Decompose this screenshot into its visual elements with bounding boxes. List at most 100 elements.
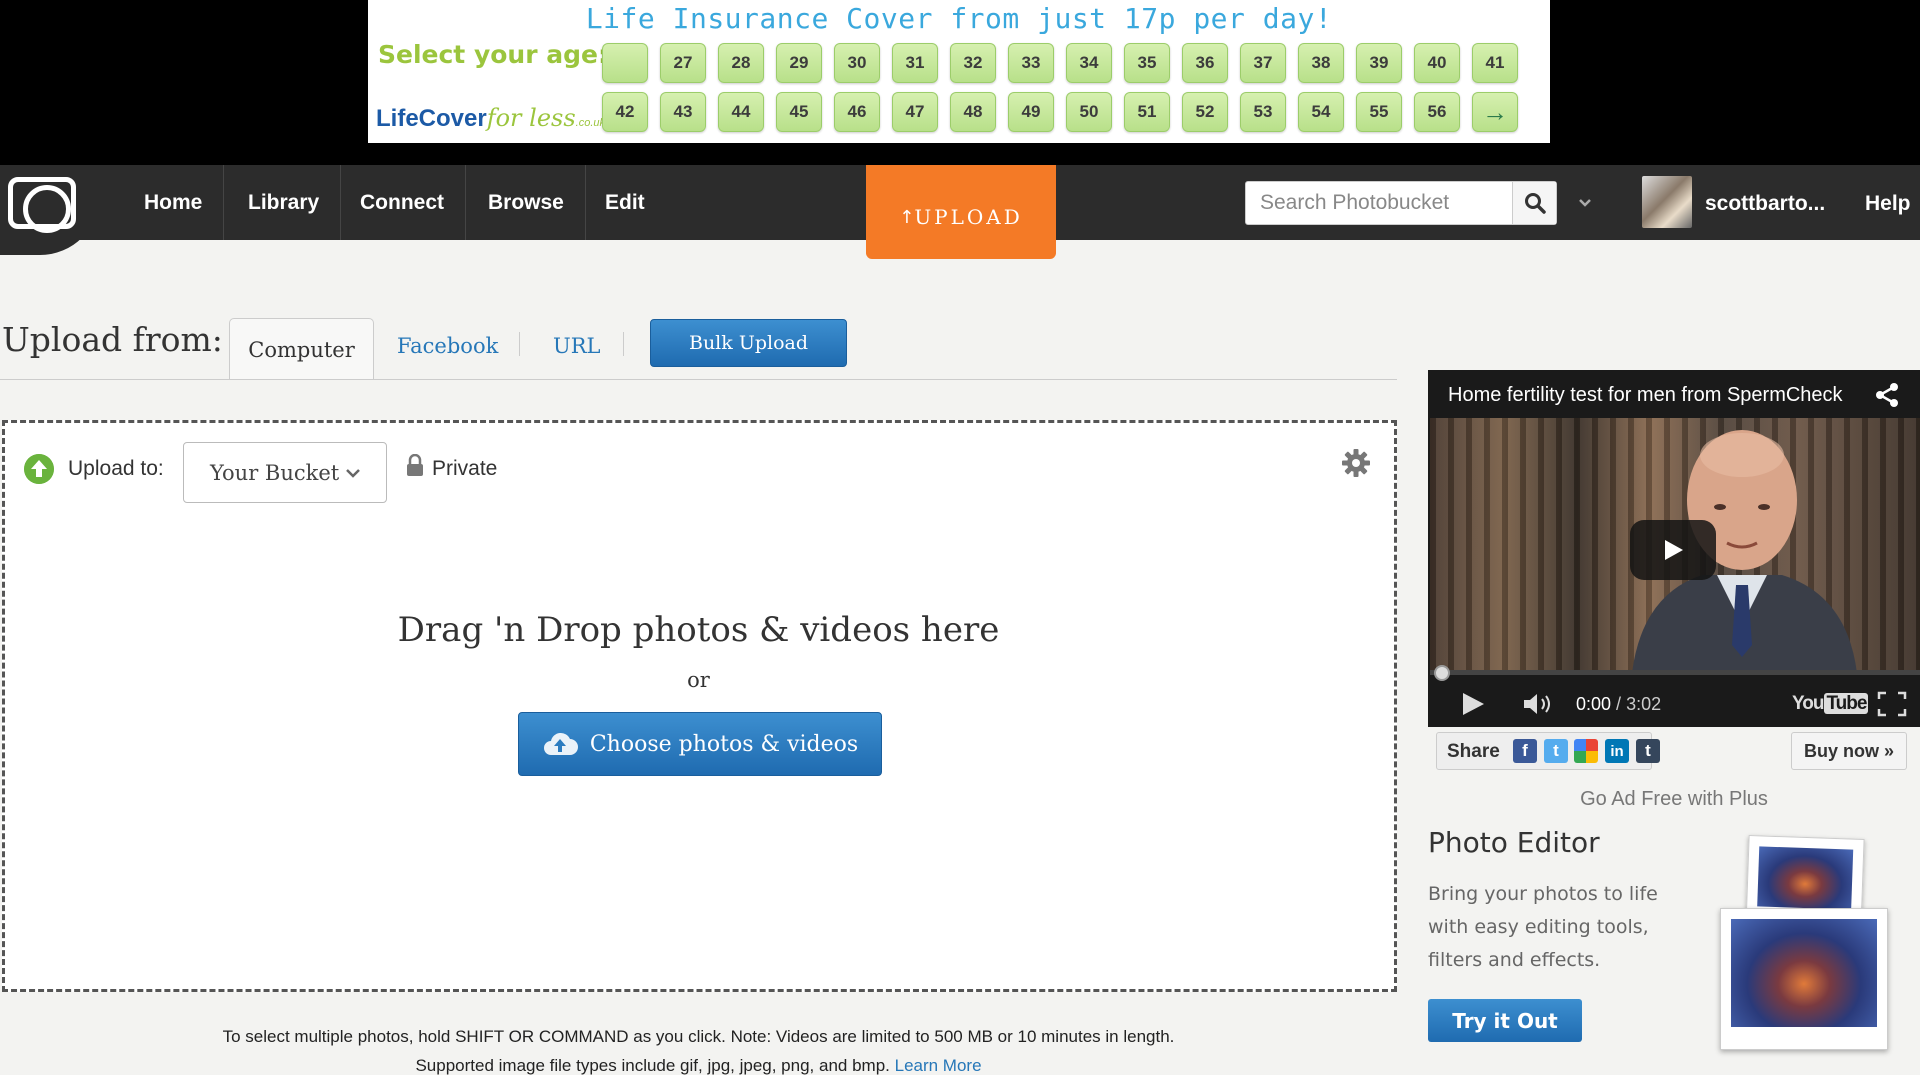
search-icon xyxy=(1524,193,1546,214)
play-button[interactable] xyxy=(1630,520,1716,580)
age-button[interactable]: 52 xyxy=(1182,92,1228,132)
age-button[interactable]: 29 xyxy=(776,43,822,83)
upload-note: To select multiple photos, hold SHIFT OR… xyxy=(222,1027,1175,1046)
age-button[interactable]: 32 xyxy=(950,43,996,83)
carousel-photo xyxy=(1757,846,1854,910)
age-button[interactable]: 41 xyxy=(1472,43,1518,83)
promo-photo-front xyxy=(1720,908,1888,1050)
age-button[interactable]: 54 xyxy=(1298,92,1344,132)
age-button[interactable]: 45 xyxy=(776,92,822,132)
age-row-1: 27 28 29 30 31 32 33 34 35 36 37 38 39 4… xyxy=(602,43,1530,83)
age-button[interactable]: 34 xyxy=(1066,43,1112,83)
go-ad-free-link[interactable]: Go Ad Free with Plus xyxy=(1428,788,1920,811)
age-button[interactable]: 36 xyxy=(1182,43,1228,83)
age-button[interactable]: 40 xyxy=(1414,43,1460,83)
age-button[interactable]: 55 xyxy=(1356,92,1402,132)
video-progress-bar[interactable] xyxy=(1430,670,1920,675)
choose-files-button[interactable]: Choose photos & videos xyxy=(518,712,882,776)
cloud-upload-icon xyxy=(543,732,578,755)
video-title[interactable]: Home fertility test for men from SpermCh… xyxy=(1448,384,1860,407)
age-button[interactable]: 50 xyxy=(1066,92,1112,132)
tab-url[interactable]: URL xyxy=(553,334,600,358)
upload-button[interactable]: ↑ UPLOAD xyxy=(866,165,1056,259)
age-button[interactable]: 44 xyxy=(718,92,764,132)
tumblr-icon[interactable]: t xyxy=(1636,739,1660,763)
age-next-arrow-button[interactable]: → xyxy=(1472,92,1518,132)
age-button[interactable]: 56 xyxy=(1414,92,1460,132)
tab-underline xyxy=(0,379,1397,380)
play-icon xyxy=(1665,540,1683,560)
learn-more-link[interactable]: Learn More xyxy=(895,1056,982,1075)
age-button[interactable]: 38 xyxy=(1298,43,1344,83)
file-types-note: Supported image file types include gif, … xyxy=(0,1056,1397,1075)
age-button[interactable]: 46 xyxy=(834,92,880,132)
play-icon[interactable] xyxy=(1460,691,1486,717)
avatar[interactable] xyxy=(1642,176,1692,228)
ad-logo-for: for less xyxy=(486,104,576,132)
age-button[interactable]: 47 xyxy=(892,92,938,132)
ad-headline: Life Insurance Cover from just 17p per d… xyxy=(585,2,1333,35)
age-button[interactable]: 27 xyxy=(660,43,706,83)
youtube-logo-you: You xyxy=(1792,693,1825,714)
username-link[interactable]: scottbarto... xyxy=(1705,192,1825,216)
tab-computer[interactable]: Computer xyxy=(229,318,374,380)
age-button[interactable]: 35 xyxy=(1124,43,1170,83)
nav-browse[interactable]: Browse xyxy=(467,165,586,240)
life-insurance-ad[interactable]: Life Insurance Cover from just 17p per d… xyxy=(368,0,1550,143)
choose-files-label: Choose photos & videos xyxy=(589,731,859,757)
twitter-icon[interactable]: t xyxy=(1544,739,1568,763)
buy-now-button[interactable]: Buy now » xyxy=(1791,732,1907,770)
age-button[interactable]: 53 xyxy=(1240,92,1286,132)
search-box xyxy=(1245,181,1557,225)
age-button[interactable]: 30 xyxy=(834,43,880,83)
drop-zone[interactable] xyxy=(2,420,1397,992)
ad-select-age-label: Select your age: xyxy=(378,40,608,69)
nav-edit[interactable]: Edit xyxy=(584,165,666,240)
age-button[interactable]: 31 xyxy=(892,43,938,83)
privacy-toggle[interactable]: Private xyxy=(432,457,497,481)
gear-icon[interactable] xyxy=(1341,448,1371,478)
youtube-logo[interactable]: You Tube xyxy=(1792,693,1869,715)
lock-icon xyxy=(407,454,423,476)
tab-facebook[interactable]: Facebook xyxy=(397,334,498,358)
age-button[interactable]: 37 xyxy=(1240,43,1286,83)
age-button[interactable]: 28 xyxy=(718,43,764,83)
tab-divider xyxy=(623,332,624,356)
current-time: 0:00 xyxy=(1576,694,1612,714)
age-button[interactable]: 42 xyxy=(602,92,648,132)
tab-divider xyxy=(519,332,520,356)
bucket-select[interactable]: Your Bucket xyxy=(183,442,387,503)
age-button[interactable]: 39 xyxy=(1356,43,1402,83)
nav-home[interactable]: Home xyxy=(123,165,225,240)
linkedin-icon[interactable]: in xyxy=(1605,739,1629,763)
age-button[interactable]: 43 xyxy=(660,92,706,132)
age-button[interactable]: 33 xyxy=(1008,43,1054,83)
nav-library[interactable]: Library xyxy=(227,165,342,240)
help-link[interactable]: Help xyxy=(1865,192,1911,216)
video-time: 0:00 / 3:02 xyxy=(1576,694,1662,714)
age-button[interactable]: 48 xyxy=(950,92,996,132)
chevron-down-icon[interactable] xyxy=(1578,196,1592,210)
share-icon[interactable] xyxy=(1874,382,1900,408)
try-it-out-button[interactable]: Try it Out xyxy=(1428,999,1582,1042)
age-button[interactable]: 51 xyxy=(1124,92,1170,132)
facebook-icon[interactable]: f xyxy=(1513,739,1537,763)
bucket-select-value: Your Bucket xyxy=(210,460,340,485)
volume-icon[interactable] xyxy=(1522,691,1556,717)
or-text: or xyxy=(687,668,710,692)
search-button[interactable] xyxy=(1512,182,1556,224)
ad-logo-suffix: .co.uk xyxy=(575,117,606,129)
video-scrubber[interactable] xyxy=(1434,665,1450,681)
upload-from-label: Upload from: xyxy=(2,320,223,359)
google-icon[interactable] xyxy=(1574,739,1598,763)
bulk-upload-button[interactable]: Bulk Upload xyxy=(650,319,847,367)
fullscreen-icon[interactable] xyxy=(1877,691,1907,717)
photobucket-logo-icon[interactable] xyxy=(8,177,76,233)
file-types-text: Supported image file types include gif, … xyxy=(415,1056,890,1075)
nav-connect[interactable]: Connect xyxy=(339,165,466,240)
age-button[interactable] xyxy=(602,43,648,83)
search-input[interactable] xyxy=(1246,182,1514,224)
carousel-photo xyxy=(1731,919,1877,1027)
age-button[interactable]: 49 xyxy=(1008,92,1054,132)
upload-to-label: Upload to: xyxy=(68,457,164,480)
